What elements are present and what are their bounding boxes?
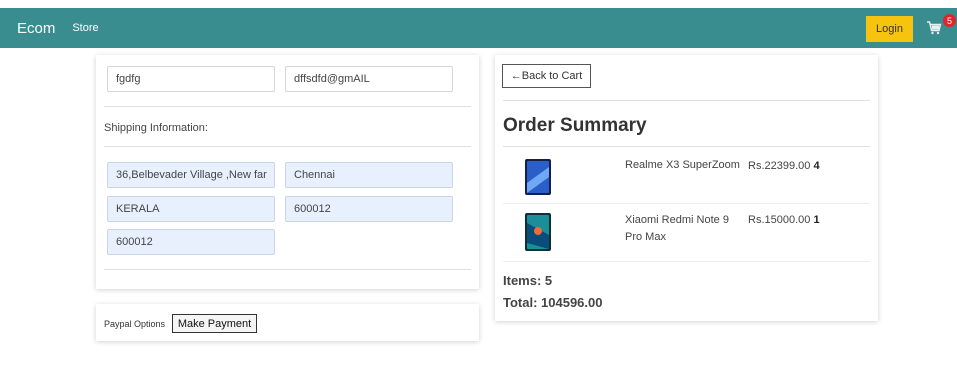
realme-phone-image	[525, 159, 551, 195]
item-quantity: 4	[813, 160, 820, 172]
email-input[interactable]: dffsdfd@gmAIL	[285, 66, 453, 92]
back-to-cart-button[interactable]: ←Back to Cart	[502, 64, 591, 88]
divider	[104, 146, 471, 147]
redmi-phone-image	[525, 213, 551, 251]
payment-card: Paypal Options Make Payment	[96, 304, 479, 341]
divider	[503, 261, 870, 262]
country-input[interactable]: 600012	[107, 229, 275, 255]
navbar: Ecom Store Login 5	[0, 8, 957, 48]
divider	[104, 106, 471, 107]
make-payment-button[interactable]: Make Payment	[172, 314, 257, 333]
zipcode-input[interactable]: 600012	[285, 196, 453, 222]
cart-icon[interactable]	[926, 20, 942, 36]
order-summary-card: ←Back to Cart Order Summary Realme X3 Su…	[495, 55, 878, 321]
state-input[interactable]: KERALA	[107, 196, 275, 222]
shipping-heading: Shipping Information:	[104, 122, 208, 134]
brand-logo[interactable]: Ecom	[17, 20, 55, 37]
item-price-qty: Rs.22399.00 4	[748, 160, 820, 172]
cart-count-badge: 5	[943, 14, 956, 27]
divider	[503, 203, 870, 204]
item-price: Rs.22399.00	[748, 160, 811, 172]
item-price-qty: Rs.15000.00 1	[748, 214, 820, 226]
divider	[503, 146, 870, 147]
checkout-form-card: fgdfg dffsdfd@gmAIL Shipping Information…	[96, 55, 479, 289]
address-input[interactable]: 36,Belbevader Village ,New far	[107, 162, 275, 188]
divider	[503, 100, 870, 101]
login-button[interactable]: Login	[866, 16, 913, 42]
item-price: Rs.15000.00	[748, 214, 811, 226]
order-total: Total: 104596.00	[503, 295, 603, 310]
paypal-options-label: Paypal Options	[104, 319, 166, 329]
divider	[104, 269, 471, 270]
city-input[interactable]: Chennai	[285, 162, 453, 188]
items-count: Items: 5	[503, 273, 553, 288]
item-name: Xiaomi Redmi Note 9 Pro Max	[625, 214, 729, 243]
item-name: Realme X3 SuperZoom	[625, 159, 740, 171]
store-link[interactable]: Store	[72, 22, 98, 34]
order-summary-title: Order Summary	[503, 115, 647, 136]
item-quantity: 1	[813, 214, 820, 226]
name-input[interactable]: fgdfg	[107, 66, 275, 92]
